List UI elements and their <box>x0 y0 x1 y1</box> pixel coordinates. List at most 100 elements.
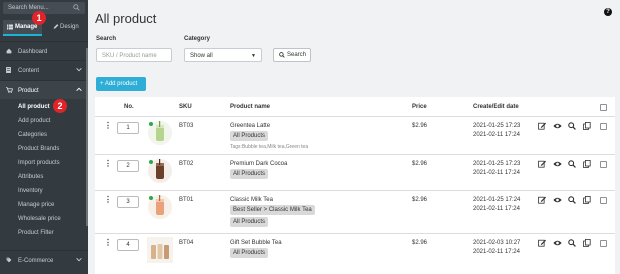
sort-order-input[interactable]: 2 <box>117 160 139 172</box>
edit-icon[interactable] <box>538 160 546 170</box>
column-header-no: No. <box>124 104 134 110</box>
sidebar-item-product-brands[interactable]: Product Brands <box>0 143 88 156</box>
copy-icon[interactable] <box>583 160 591 170</box>
more-options-icon[interactable]: ⋮ <box>104 195 112 204</box>
more-options-icon[interactable]: ⋮ <box>104 159 112 168</box>
product-sku: BT03 <box>179 123 194 129</box>
add-product-button[interactable]: + Add product <box>96 77 146 91</box>
nav-dashboard[interactable]: Dashboard <box>0 41 88 60</box>
menu-search-placeholder: Search Menu... <box>8 5 49 11</box>
category-tag: All Products <box>230 131 269 141</box>
tab-design[interactable]: Design <box>50 20 86 34</box>
tag-icon <box>6 257 12 265</box>
sidebar-item-label: Import products <box>18 160 60 166</box>
nav-ecommerce[interactable]: E-Commerce <box>0 250 88 269</box>
sidebar-item-all-product[interactable]: All product <box>0 101 88 114</box>
search-button-label: Search <box>287 52 307 58</box>
more-options-icon[interactable]: ⋮ <box>104 121 112 130</box>
edited-date: 2021-02-11 17:24 <box>473 206 520 212</box>
sidebar-item-product-filter[interactable]: Product Filter <box>0 227 88 240</box>
search-input[interactable]: SKU / Product name <box>96 48 172 62</box>
nav-product[interactable]: Product <box>0 80 88 99</box>
category-tag: All Products <box>230 248 269 258</box>
chevron-down-icon <box>76 67 82 74</box>
zoom-icon[interactable] <box>568 196 576 206</box>
main-content: All product ? Search SKU / Product name … <box>88 0 620 274</box>
view-icon[interactable] <box>553 160 562 170</box>
search-label: Search <box>96 36 117 42</box>
green-drink-icon <box>147 120 173 146</box>
table-row: ⋮ 1 BT03 Greentea Latte All Products Tag… <box>95 117 615 155</box>
sidebar-item-import-products[interactable]: Import products <box>0 157 88 170</box>
sort-order-input[interactable]: 1 <box>117 122 139 134</box>
sidebar-item-add-product[interactable]: Add product <box>0 115 88 128</box>
nav-ecommerce-label: E-Commerce <box>18 258 54 264</box>
dashboard-icon <box>6 48 12 56</box>
edit-icon[interactable] <box>538 196 546 206</box>
view-icon[interactable] <box>553 122 562 132</box>
product-name[interactable]: Gift Set Bubble Tea <box>230 240 282 246</box>
sidebar: Search Menu... Manage Design 1 Dashboard <box>0 0 88 274</box>
sidebar-item-label: Add product <box>18 118 51 124</box>
copy-icon[interactable] <box>583 239 591 249</box>
sidebar-item-label: Inventory <box>18 188 43 194</box>
more-options-icon[interactable]: ⋮ <box>104 238 112 247</box>
sidebar-item-label: Categories <box>18 132 48 138</box>
nav-content[interactable]: Content <box>0 60 88 79</box>
category-select[interactable]: Show all ▼ <box>184 48 262 62</box>
product-price: $2.96 <box>412 240 428 246</box>
product-price: $2.96 <box>412 161 428 167</box>
view-icon[interactable] <box>553 239 562 249</box>
sidebar-item-attributes[interactable]: Attributes <box>0 171 88 184</box>
sort-order-input[interactable]: 3 <box>117 196 139 208</box>
row-checkbox[interactable] <box>600 197 607 204</box>
category-tag: Best Seller > Classic Milk Tea <box>230 205 315 215</box>
row-checkbox[interactable] <box>600 161 607 168</box>
chevron-down-icon <box>76 257 82 264</box>
created-date: 2021-01-25 17:23 <box>473 161 521 167</box>
search-button[interactable]: Search <box>273 48 311 62</box>
sidebar-item-manage-price[interactable]: Manage price <box>0 199 88 212</box>
column-header-product-name: Product name <box>230 104 271 110</box>
sidebar-item-label: Attributes <box>18 174 44 180</box>
column-header-price: Price <box>412 104 427 110</box>
nav-product-label: Product <box>18 88 39 94</box>
product-price: $2.96 <box>412 197 428 203</box>
help-icon[interactable]: ? <box>604 8 612 16</box>
copy-icon[interactable] <box>583 122 591 132</box>
product-price: $2.96 <box>412 123 428 129</box>
sidebar-item-inventory[interactable]: Inventory <box>0 185 88 198</box>
table-row: ⋮ 4 BT04 Gift Set Bubble Tea All Product… <box>95 234 615 274</box>
category-tag: All Products <box>230 169 269 179</box>
view-icon[interactable] <box>553 196 562 206</box>
sidebar-item-categories[interactable]: Categories <box>0 129 88 142</box>
product-name[interactable]: Greentea Latte <box>230 123 270 129</box>
pencil-icon <box>53 23 59 32</box>
edit-icon[interactable] <box>538 122 546 132</box>
created-date: 2021-01-25 17:24 <box>473 197 521 203</box>
copy-icon[interactable] <box>583 196 591 206</box>
product-name[interactable]: Classic Milk Tea <box>230 197 273 203</box>
select-all-checkbox[interactable] <box>600 104 607 111</box>
row-checkbox[interactable] <box>600 123 607 130</box>
zoom-icon[interactable] <box>568 122 576 132</box>
sidebar-item-label: Wholesale price <box>18 216 61 222</box>
column-header-date: Create/Edit date <box>473 104 519 110</box>
list-icon <box>7 24 13 32</box>
add-product-label: + Add product <box>100 81 138 87</box>
zoom-icon[interactable] <box>568 239 576 249</box>
sidebar-item-wholesale-price[interactable]: Wholesale price <box>0 213 88 226</box>
zoom-icon[interactable] <box>568 160 576 170</box>
edit-icon[interactable] <box>538 239 546 249</box>
category-select-value: Show all <box>190 53 213 59</box>
created-date: 2021-02-03 10:27 <box>473 240 521 246</box>
row-checkbox[interactable] <box>600 240 607 247</box>
active-tab-indicator <box>3 34 42 36</box>
chevron-up-icon <box>76 87 82 94</box>
product-sku: BT02 <box>179 161 194 167</box>
cart-icon <box>6 87 13 95</box>
category-tag: All Products <box>230 217 269 227</box>
product-name[interactable]: Premium Dark Cocoa <box>230 161 287 167</box>
sort-order-input[interactable]: 4 <box>117 239 139 251</box>
product-sku: BT01 <box>179 197 194 203</box>
